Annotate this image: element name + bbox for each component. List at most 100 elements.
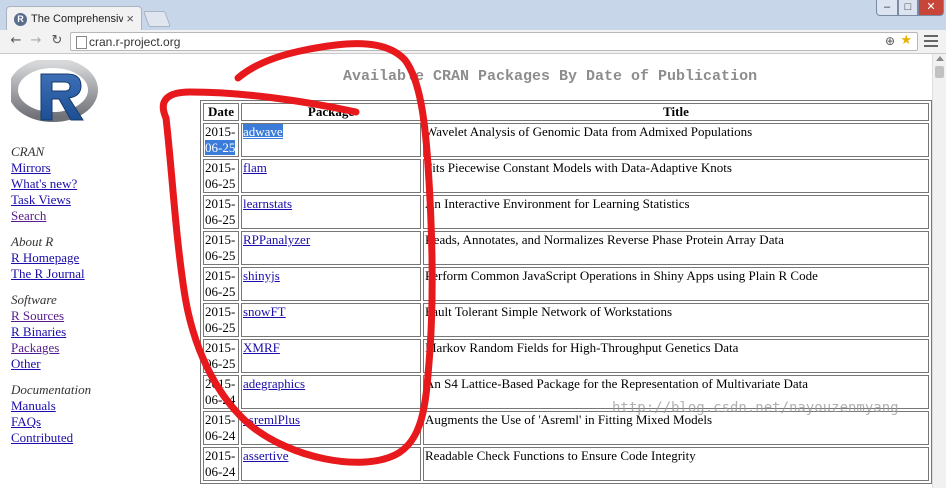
date-cell: 2015-06-25: [203, 159, 239, 193]
package-cell: learnstats: [241, 195, 421, 229]
package-link[interactable]: RPPanalyzer: [243, 232, 310, 247]
date-part: 2015-: [205, 124, 236, 139]
package-link[interactable]: asremlPlus: [243, 412, 300, 427]
nav-group-documentation: Documentation Manuals FAQs Contributed: [11, 382, 161, 446]
date-cell: 2015-06-25: [203, 123, 239, 157]
table-row: 2015-06-25 RPPanalyzer Reads, Annotates, a…: [203, 231, 929, 265]
title-cell: An Interactive Environment for Learning …: [423, 195, 929, 229]
sidebar-link-manuals[interactable]: Manuals: [11, 398, 161, 414]
nav-heading: About R: [11, 234, 54, 249]
package-cell: adegraphics: [241, 375, 421, 409]
table-row: 2015-06-25 shinyjs Perform Common JavaScri…: [203, 267, 929, 301]
header-package: Package: [241, 103, 421, 121]
minimize-button[interactable]: –: [876, 0, 898, 16]
header-date: Date: [203, 103, 239, 121]
date-cell: 2015-06-24: [203, 375, 239, 409]
sidebar-link-what-s-new[interactable]: What's new?: [11, 176, 161, 192]
package-cell: RPPanalyzer: [241, 231, 421, 265]
sidebar: CRAN Mirrors What's new? Task Views Search Ab…: [8, 58, 161, 446]
sidebar-link-search[interactable]: Search: [11, 208, 161, 224]
bookmark-star-icon[interactable]: ★: [900, 33, 912, 48]
table-row: 2015-06-25 flam Fits Piecewise Constant Mo…: [203, 159, 929, 193]
package-cell: flam: [241, 159, 421, 193]
date-cell: 2015-06-25: [203, 267, 239, 301]
package-link[interactable]: flam: [243, 160, 267, 175]
packages-table: Date Package Title 2015-06-25 adwave Wavel…: [200, 100, 932, 484]
title-cell: Augments the Use of 'Asreml' in Fitting …: [423, 411, 929, 445]
date-part-selected: 06-25: [205, 140, 236, 155]
watermark-text: http://blog.csdn.net/nayouzenmyang: [612, 400, 899, 416]
package-link[interactable]: adegraphics: [243, 376, 305, 391]
maximize-button[interactable]: □: [898, 0, 918, 16]
forward-arrow-icon[interactable]: →: [28, 33, 44, 49]
date-cell: 2015-06-25: [203, 231, 239, 265]
package-cell: snowFT: [241, 303, 421, 337]
table-row: 2015-06-24 asremlPlus Augments the Use of …: [203, 411, 929, 445]
r-logo[interactable]: [8, 58, 99, 132]
nav-heading: Software: [11, 292, 57, 307]
sidebar-link-contributed[interactable]: Contributed: [11, 430, 161, 446]
table-header-row: Date Package Title: [203, 103, 929, 121]
sidebar-link-mirrors[interactable]: Mirrors: [11, 160, 161, 176]
package-cell: XMRF: [241, 339, 421, 373]
table-row: 2015-06-25 XMRF Markov Random Fields for H…: [203, 339, 929, 373]
sidebar-link-r-homepage[interactable]: R Homepage: [11, 250, 161, 266]
sidebar-link-faqs[interactable]: FAQs: [11, 414, 161, 430]
package-link[interactable]: assertive: [243, 448, 288, 463]
sidebar-link-r-binaries[interactable]: R Binaries: [11, 324, 161, 340]
package-link[interactable]: shinyjs: [243, 268, 280, 283]
package-cell: assertive: [241, 447, 421, 481]
zoom-icon[interactable]: ⊕: [885, 34, 895, 48]
package-link[interactable]: adwave: [243, 124, 283, 139]
table-row: 2015-06-24 assertive Readable Check Functi…: [203, 447, 929, 481]
tab-close-icon[interactable]: ×: [126, 11, 134, 26]
date-cell: 2015-06-24: [203, 447, 239, 481]
page-title: Available CRAN Packages By Date of Publi…: [343, 68, 758, 85]
sidebar-link-the-r-journal[interactable]: The R Journal: [11, 266, 161, 282]
date-cell: 2015-06-25: [203, 195, 239, 229]
package-cell: adwave: [241, 123, 421, 157]
r-favicon-icon: R: [14, 13, 27, 26]
title-cell: Fits Piecewise Constant Models with Data…: [423, 159, 929, 193]
address-bar[interactable]: ⊕ ★: [70, 32, 918, 51]
table-row: 2015-06-25 learnstats An Interactive Envir…: [203, 195, 929, 229]
browser-toolbar: ← → ↻ ⊕ ★: [0, 30, 946, 54]
reload-icon[interactable]: ↻: [49, 33, 65, 49]
title-cell: Readable Check Functions to Ensure Code …: [423, 447, 929, 481]
page-icon: [76, 36, 87, 49]
package-cell: asremlPlus: [241, 411, 421, 445]
window-titlebar: R The Comprehensive R Arc × – □ ✕: [0, 0, 946, 32]
tab-title: The Comprehensive R Arc: [31, 13, 123, 25]
nav-heading: Documentation: [11, 382, 92, 397]
close-window-button[interactable]: ✕: [918, 0, 944, 16]
sidebar-link-packages[interactable]: Packages: [11, 340, 161, 356]
sidebar-link-r-sources[interactable]: R Sources: [11, 308, 161, 324]
title-cell: Markov Random Fields for High-Throughput…: [423, 339, 929, 373]
nav-group-software: Software R Sources R Binaries Packages Other: [11, 292, 161, 372]
vertical-scrollbar[interactable]: [932, 54, 946, 488]
sidebar-link-other[interactable]: Other: [11, 356, 161, 372]
title-cell: Reads, Annotates, and Normalizes Reverse…: [423, 231, 929, 265]
chrome-menu-icon[interactable]: [924, 35, 938, 47]
title-cell: Fault Tolerant Simple Network of Worksta…: [423, 303, 929, 337]
title-cell: Wavelet Analysis of Genomic Data from Ad…: [423, 123, 929, 157]
title-cell: Perform Common JavaScript Operations in …: [423, 267, 929, 301]
package-cell: shinyjs: [241, 267, 421, 301]
table-row: 2015-06-25 adwave Wavelet Analysis of Geno…: [203, 123, 929, 157]
new-tab-button[interactable]: [143, 11, 171, 27]
nav-group-cran: CRAN Mirrors What's new? Task Views Search: [11, 144, 161, 224]
package-link[interactable]: snowFT: [243, 304, 286, 319]
nav-group-about-r: About RR Homepage The R Journal: [11, 234, 161, 282]
package-link[interactable]: XMRF: [243, 340, 280, 355]
page-viewport: CRAN Mirrors What's new? Task Views Search Ab…: [0, 54, 932, 488]
table-row: 2015-06-25 snowFT Fault Tolerant Simple Ne…: [203, 303, 929, 337]
url-input[interactable]: [89, 34, 869, 49]
scroll-up-icon[interactable]: [936, 56, 944, 61]
nav-heading: CRAN: [11, 144, 45, 159]
back-arrow-icon[interactable]: ←: [8, 33, 24, 49]
sidebar-link-task-views[interactable]: Task Views: [11, 192, 161, 208]
package-link[interactable]: learnstats: [243, 196, 292, 211]
date-cell: 2015-06-25: [203, 303, 239, 337]
scroll-thumb[interactable]: [935, 66, 944, 78]
browser-tab[interactable]: R The Comprehensive R Arc ×: [6, 6, 142, 32]
